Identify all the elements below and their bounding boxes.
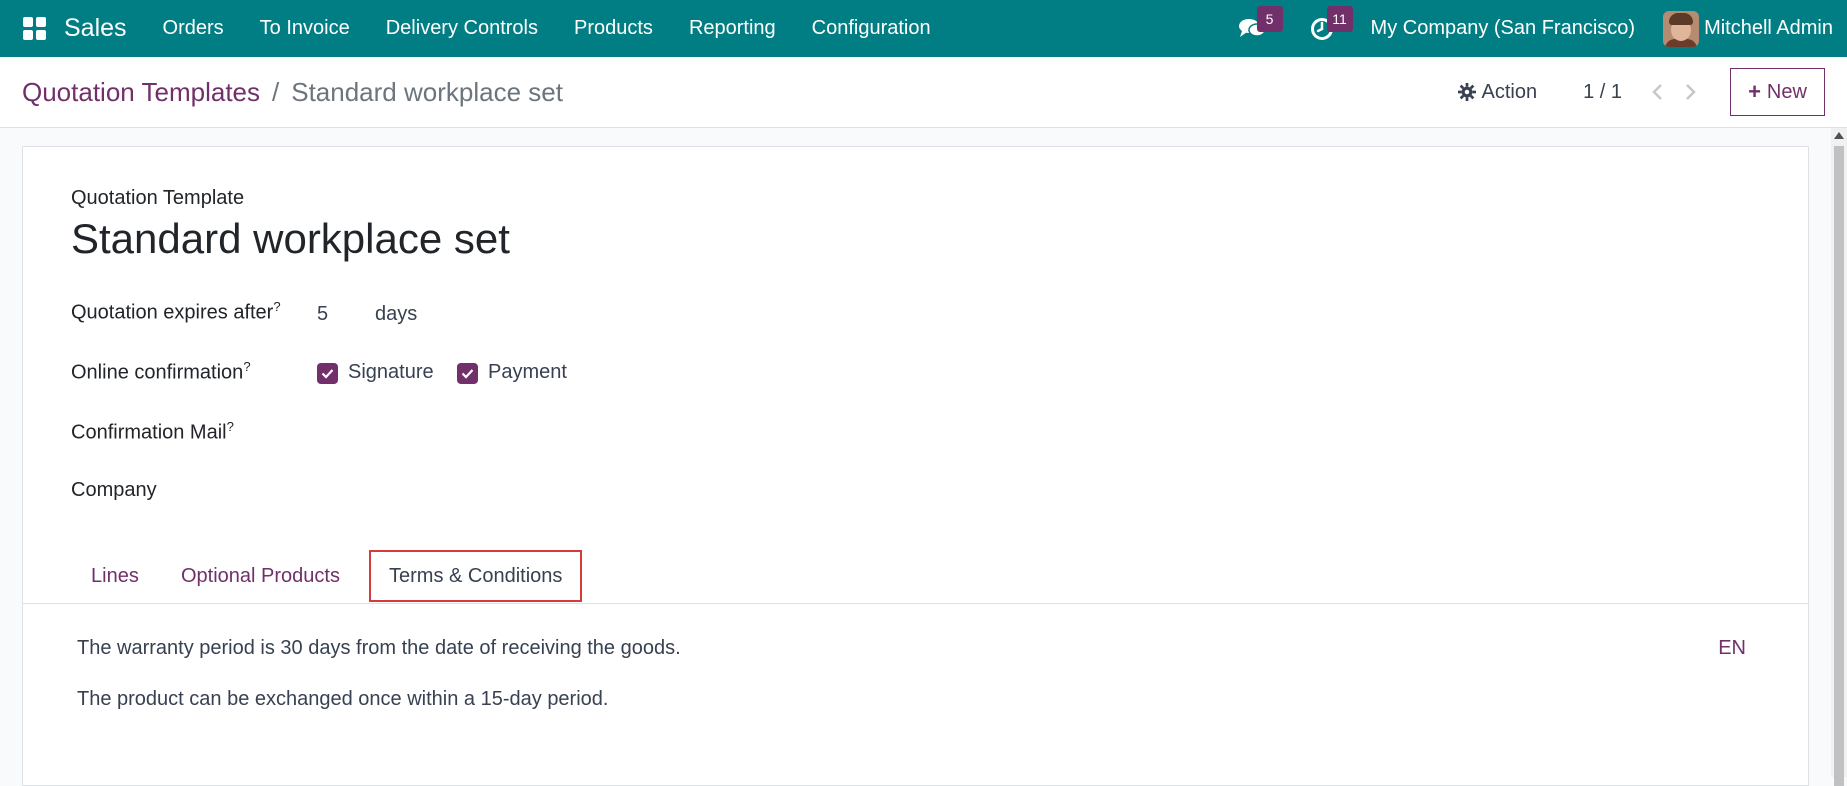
- menu-delivery-controls[interactable]: Delivery Controls: [368, 0, 556, 57]
- plus-icon: +: [1748, 79, 1761, 104]
- help-tooltip-icon[interactable]: ?: [243, 359, 250, 374]
- user-name: Mitchell Admin: [1704, 17, 1833, 39]
- pager-value[interactable]: 1 / 1: [1583, 81, 1622, 104]
- app-menu-icon[interactable]: [6, 0, 62, 57]
- tab-lines[interactable]: Lines: [91, 549, 139, 604]
- confirmation-mail-label: Confirmation Mail?: [71, 419, 234, 444]
- form-header-label: Quotation Template: [71, 187, 245, 209]
- expires-unit: days: [375, 303, 418, 325]
- menu-orders[interactable]: Orders: [145, 0, 242, 57]
- menu-configuration[interactable]: Configuration: [794, 0, 949, 57]
- help-tooltip-icon[interactable]: ?: [273, 299, 280, 314]
- help-tooltip-icon[interactable]: ?: [227, 419, 234, 434]
- expires-label: Quotation expires after?: [71, 299, 281, 324]
- pager-previous-button[interactable]: [1640, 75, 1674, 109]
- payment-label[interactable]: Payment: [488, 361, 567, 384]
- notebook-tabs: Lines Optional Products Terms & Conditio…: [23, 549, 1808, 604]
- breadcrumb: Quotation Templates / Standard workplace…: [22, 77, 563, 108]
- payment-checkbox[interactable]: [457, 363, 478, 384]
- tab-terms-conditions[interactable]: Terms & Conditions: [369, 550, 583, 602]
- signature-checkbox[interactable]: [317, 363, 338, 384]
- top-navbar: Sales Orders To Invoice Delivery Control…: [0, 0, 1847, 57]
- online-confirmation-label: Online confirmation?: [71, 359, 251, 384]
- translate-button[interactable]: EN: [1718, 637, 1746, 660]
- check-icon: [461, 369, 474, 379]
- tab-optional-products[interactable]: Optional Products: [181, 549, 340, 604]
- action-label: Action: [1481, 80, 1538, 103]
- new-button[interactable]: + New: [1730, 68, 1825, 116]
- breadcrumb-quotation-templates[interactable]: Quotation Templates: [22, 77, 260, 108]
- scrollbar-thumb[interactable]: [1834, 146, 1844, 786]
- form-sheet: Quotation Template Standard workplace se…: [22, 146, 1809, 786]
- messages-badge: 5: [1256, 6, 1283, 32]
- pager-next-button[interactable]: [1674, 75, 1708, 109]
- user-menu[interactable]: Mitchell Admin: [1663, 10, 1833, 47]
- scroll-up-arrow-icon[interactable]: [1834, 132, 1844, 139]
- activities-badge: 11: [1326, 6, 1353, 32]
- signature-label[interactable]: Signature: [348, 361, 434, 384]
- terms-line-1[interactable]: The warranty period is 30 days from the …: [77, 637, 681, 660]
- avatar: [1663, 10, 1700, 47]
- terms-line-2[interactable]: The product can be exchanged once within…: [77, 688, 608, 711]
- menu-to-invoice[interactable]: To Invoice: [242, 0, 368, 57]
- check-icon: [321, 369, 334, 379]
- action-button[interactable]: Action: [1458, 81, 1537, 104]
- breadcrumb-current: Standard workplace set: [291, 76, 563, 107]
- control-panel: Quotation Templates / Standard workplace…: [0, 57, 1847, 128]
- messages-button[interactable]: 5: [1227, 0, 1283, 57]
- new-label: New: [1766, 80, 1807, 103]
- gear-icon: [1458, 83, 1477, 101]
- menu-products[interactable]: Products: [556, 0, 671, 57]
- activities-button[interactable]: 11: [1297, 0, 1353, 57]
- company-switcher[interactable]: My Company (San Francisco): [1371, 17, 1636, 40]
- app-name[interactable]: Sales: [64, 14, 127, 43]
- chevron-left-icon: [1652, 84, 1662, 100]
- breadcrumb-separator: /: [272, 76, 280, 107]
- expires-value-input[interactable]: 5: [317, 303, 328, 326]
- template-name-field[interactable]: Standard workplace set: [71, 215, 510, 263]
- menu-reporting[interactable]: Reporting: [671, 0, 794, 57]
- company-label: Company: [71, 479, 157, 501]
- chevron-right-icon: [1686, 84, 1696, 100]
